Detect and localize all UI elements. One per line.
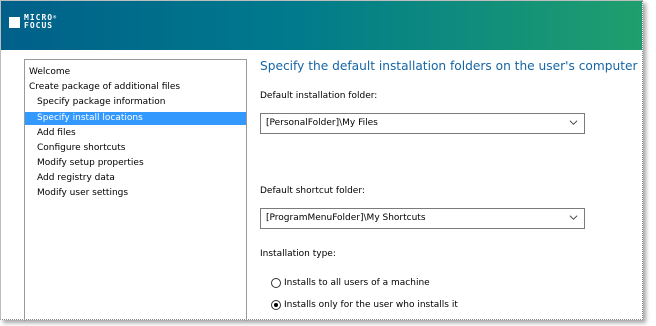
- chevron-down-icon: [569, 215, 578, 220]
- step-registry-data[interactable]: Add registry data: [37, 172, 115, 185]
- radio-current-user-label: Installs only for the user who installs …: [284, 300, 458, 310]
- step-setup-properties[interactable]: Modify setup properties: [37, 157, 144, 170]
- page-title: Specify the default installation folders…: [260, 59, 638, 73]
- install-folder-value: [PersonalFolder]\My Files: [266, 118, 378, 128]
- step-install-locations[interactable]: Specify install locations: [25, 112, 246, 125]
- shortcut-folder-label: Default shortcut folder:: [260, 186, 365, 196]
- logo-text: MICRO® FOCUS: [24, 13, 58, 30]
- step-add-files[interactable]: Add files: [37, 127, 76, 140]
- shortcut-folder-value: [ProgramMenuFolder]\My Shortcuts: [266, 213, 426, 223]
- radio-button-checked[interactable]: [271, 300, 281, 310]
- step-welcome[interactable]: Welcome: [29, 66, 70, 79]
- logo-square-icon: [9, 16, 20, 28]
- radio-current-user[interactable]: Installs only for the user who installs …: [271, 300, 458, 310]
- installation-type-label: Installation type:: [260, 249, 336, 259]
- installer-window: MICRO® FOCUS Welcome Create package of a…: [0, 0, 643, 321]
- step-create-package[interactable]: Create package of additional files: [29, 81, 180, 94]
- step-user-settings[interactable]: Modify user settings: [37, 187, 128, 200]
- step-configure-shortcuts[interactable]: Configure shortcuts: [37, 142, 125, 155]
- radio-all-users-label: Installs to all users of a machine: [284, 278, 430, 288]
- step-list: Welcome Create package of additional fil…: [24, 59, 247, 321]
- radio-button[interactable]: [271, 278, 281, 288]
- micro-focus-logo: MICRO® FOCUS: [9, 14, 57, 30]
- install-folder-dropdown[interactable]: [PersonalFolder]\My Files: [260, 113, 585, 134]
- step-package-information[interactable]: Specify package information: [37, 96, 165, 109]
- install-folder-label: Default installation folder:: [260, 91, 378, 101]
- header-banner: MICRO® FOCUS: [1, 1, 642, 50]
- radio-all-users[interactable]: Installs to all users of a machine: [271, 278, 430, 288]
- shortcut-folder-dropdown[interactable]: [ProgramMenuFolder]\My Shortcuts: [260, 208, 585, 229]
- chevron-down-icon: [569, 120, 578, 125]
